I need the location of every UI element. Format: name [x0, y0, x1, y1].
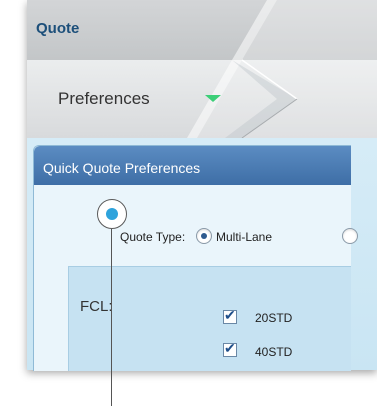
- quote-type-multi-lane-radio[interactable]: [196, 228, 212, 244]
- callout-marker: [97, 199, 127, 229]
- fcl-20std-checkbox[interactable]: [223, 307, 237, 324]
- quote-type-next-radio[interactable]: [342, 228, 358, 244]
- callout-line: [111, 229, 112, 406]
- app-title: Quote: [36, 20, 80, 37]
- fcl-40std-checkbox[interactable]: [223, 340, 237, 357]
- callout-dot: [106, 208, 118, 220]
- fcl-20std-label[interactable]: 20STD: [255, 311, 292, 325]
- fcl-40std-label[interactable]: 40STD: [255, 345, 292, 359]
- quote-type-label: Quote Type:: [120, 230, 186, 244]
- fcl-label: FCL:: [80, 298, 113, 315]
- triangle-down-icon[interactable]: [205, 95, 221, 102]
- dialog-header: Quick Quote Preferences: [34, 146, 351, 185]
- title-bar: Quote: [27, 0, 377, 60]
- dialog-title: Quick Quote Preferences: [43, 160, 201, 176]
- quote-type-multi-lane-label[interactable]: Multi-Lane: [216, 230, 272, 244]
- preferences-tab-label[interactable]: Preferences: [58, 89, 150, 109]
